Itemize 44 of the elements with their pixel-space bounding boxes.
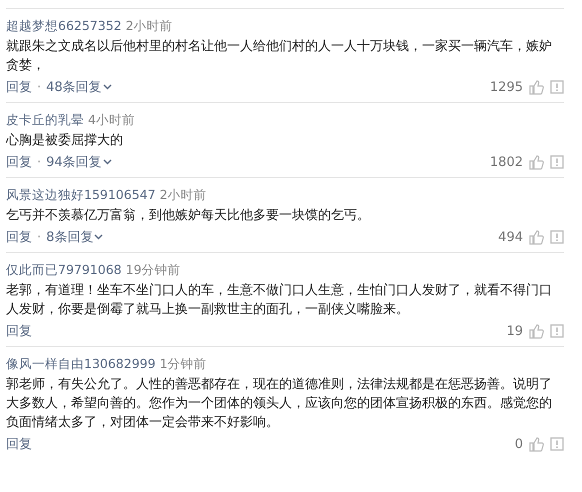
comment-text: 郭老师，有失公允了。人性的善恶都存在，现在的道德准则，法律法规都是在惩恶扬善。说明了大多数人，希望向善的。您作为一个团体的领头人，应该向您的团体宣扬积极的东西。感觉您的负面情绪太多了，对团体一定会带来不好影响。 [6,376,553,432]
user-name[interactable]: 像风一样自由130682999 [6,356,156,373]
replies-link[interactable]: 48条回复 [46,78,112,96]
thumbs-up-icon[interactable] [529,80,544,94]
reply-link[interactable]: 回复 [6,78,32,96]
timestamp: 19分钟前 [126,262,181,279]
thumbs-up-icon[interactable] [529,230,544,244]
user-name[interactable]: 风景这边独好159106547 [6,187,156,204]
like-count: 0 [514,436,523,452]
like-count: 494 [498,230,523,244]
comment-text: 心胸是被委屈撑大的 [6,132,124,150]
chevron-down-icon[interactable] [94,234,104,240]
like-count: 1295 [490,80,523,94]
user-name[interactable]: 超越梦想66257352 [6,18,122,35]
replies-link[interactable]: 94条回复 [46,153,112,171]
report-icon[interactable] [550,155,564,169]
timestamp: 1分钟前 [160,356,207,373]
chevron-down-icon[interactable] [102,84,112,90]
reply-link[interactable]: 回复 [6,228,32,246]
timestamp: 4小时前 [88,112,135,129]
user-name[interactable]: 皮卡丘的乳晕 [6,112,84,129]
comment-text: 乞丐并不羡慕亿万富翁，到他嫉妒每天比他多要一块馍的乞丐。 [6,207,371,225]
thumbs-up-icon[interactable] [529,436,544,452]
reply-link[interactable]: 回复 [6,435,32,453]
separator-dot: · [37,80,42,94]
separator-dot: · [37,230,42,244]
report-icon[interactable] [550,230,564,244]
separator-dot: · [37,154,42,170]
thumbs-up-icon[interactable] [529,154,544,170]
timestamp: 2小时前 [160,187,207,204]
replies-link[interactable]: 8条回复 [46,228,104,246]
like-count: 19 [506,324,523,338]
report-icon[interactable] [550,80,564,94]
chevron-down-icon[interactable] [102,159,112,165]
comment-text: 老郭，有道理！坐车不坐门口人的车，生意不做门口人生意，生怕门口人发财了，就看不得门口人发财，你要是倒霉了就马上换一副救世主的面孔，一副侠义嘴脸来。 [6,282,553,319]
timestamp: 2小时前 [126,18,173,35]
report-icon[interactable] [550,324,564,338]
report-icon[interactable] [550,437,564,451]
like-count: 1802 [490,154,523,170]
user-name[interactable]: 仅此而已79791068 [6,262,122,279]
thumbs-up-icon[interactable] [529,324,544,338]
reply-link[interactable]: 回复 [6,322,32,340]
reply-link[interactable]: 回复 [6,153,32,171]
comment-text: 就跟朱之文成名以后他村里的村名让他一人给他们村的人一人十万块钱，一家买一辆汽车，嫉妒贪婪， [6,38,553,75]
